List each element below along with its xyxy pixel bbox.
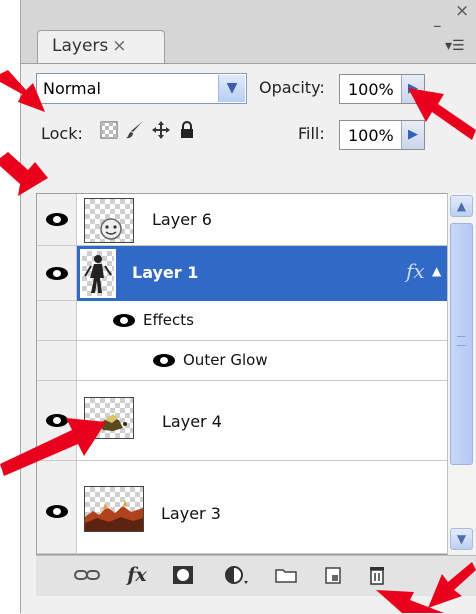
chevron-down-icon[interactable]: ▼ [218,75,245,102]
fire-landscape-icon [85,500,143,531]
tab-close-icon[interactable]: × [112,36,126,56]
outer-glow-row[interactable]: Outer Glow [37,341,448,381]
layer-thumbnail [84,486,144,532]
visibility-toggle[interactable] [37,246,77,300]
visibility-cell [37,301,77,340]
selection-highlight: Layer 1 fx ▲ [77,246,448,301]
new-layer-icon[interactable] [323,565,343,585]
layer-name: Layer 3 [161,504,221,523]
scroll-up-icon[interactable]: ▲ [450,195,473,217]
layers-list: Layer 6 Layer 1 fx ▲ Effects Outer Glow … [36,193,448,555]
annotation-arrow-new-layer [376,590,444,613]
adjustment-layer-icon[interactable] [224,565,250,585]
opacity-value: 100% [348,80,394,99]
panel-menu-icon[interactable]: ▾☰ [445,38,465,54]
opacity-label: Opacity: [259,78,325,97]
scrollbar-thumb[interactable] [450,223,473,465]
figure-silhouette-icon [84,255,112,293]
smiley-icon [100,218,122,240]
annotation-arrow-blend-mode [0,70,45,112]
outer-glow-label: Outer Glow [183,351,268,369]
lock-all-icon[interactable] [177,120,197,140]
annotation-arrow-visibility [0,152,48,196]
lock-pixels-brush-icon[interactable] [125,120,145,140]
collapse-effects-icon[interactable]: ▲ [432,264,441,278]
annotation-arrow-layer-4 [0,418,106,476]
blend-mode-select[interactable]: Normal ▼ [36,73,247,104]
layer-thumbnail [80,249,116,298]
blend-mode-value: Normal [43,79,101,98]
minimize-icon[interactable]: – [433,18,442,35]
lock-transparent-icon[interactable] [99,120,119,140]
layer-row-layer-1[interactable]: Layer 1 fx ▲ [37,246,448,301]
lock-position-move-icon[interactable] [151,120,171,140]
visibility-cell [37,341,77,380]
fill-label: Fill: [298,124,325,143]
eye-icon[interactable] [46,267,68,280]
layer-name: Layer 1 [132,263,199,282]
layer-thumbnail [84,198,134,243]
layer-row-layer-6[interactable]: Layer 6 [37,194,448,246]
layer-effects-fx-icon[interactable]: fx [406,259,425,283]
layer-name: Layer 4 [162,412,222,431]
scroll-down-icon[interactable]: ▼ [450,528,473,550]
add-layer-style-icon[interactable]: fx [122,565,152,585]
grip-icon [457,336,466,346]
lock-label: Lock: [41,124,83,143]
eye-icon[interactable] [153,354,175,367]
effects-row[interactable]: Effects [37,301,448,341]
eye-icon[interactable] [113,314,135,327]
delete-layer-icon[interactable] [367,565,387,585]
annotation-arrow-opacity [408,88,476,140]
add-mask-icon[interactable] [172,565,194,585]
layers-scrollbar[interactable]: ▲ ▼ [447,193,476,553]
link-layers-icon[interactable] [73,565,101,585]
eye-icon[interactable] [46,505,68,518]
fill-value: 100% [348,126,394,145]
close-panel-icon[interactable]: × [455,3,469,20]
tab-label: Layers [52,36,109,56]
new-group-icon[interactable] [274,565,298,585]
eye-icon[interactable] [46,213,68,226]
layer-name: Layer 6 [152,210,212,229]
effects-label: Effects [143,311,194,329]
tab-layers[interactable]: Layers × [37,30,165,64]
